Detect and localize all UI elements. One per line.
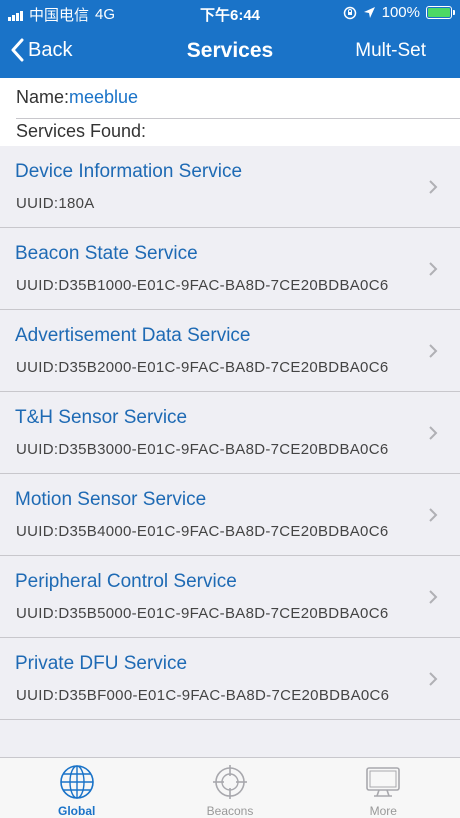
tab-label: Global: [57, 804, 96, 818]
uuid-label: UUID:: [16, 605, 59, 622]
uuid-value: D35B3000-E01C-9FAC-BA8D-7CE20BDBA0C6: [58, 441, 389, 458]
service-uuid: UUID:D35B4000-E01C-9FAC-BA8D-7CE20BDBA0C…: [16, 523, 388, 540]
chevron-right-icon: [429, 262, 438, 276]
uuid-value: 180A: [58, 195, 95, 212]
service-row-advertisement-data[interactable]: Advertisement Data Service UUID:D35B2000…: [0, 310, 460, 392]
rotation-lock-icon: [343, 6, 356, 19]
back-button[interactable]: Back: [10, 38, 72, 62]
service-title: Motion Sensor Service: [15, 489, 207, 510]
tab-beacons[interactable]: Beacons: [153, 758, 306, 818]
tab-bar: Global Beacons More: [0, 757, 460, 818]
status-bar: 中国电信 4G 下午6:44 100%: [0, 0, 460, 26]
service-title: Beacon State Service: [15, 243, 198, 264]
service-row-private-dfu[interactable]: Private DFU Service UUID:D35BF000-E01C-9…: [0, 638, 460, 720]
tab-label: More: [369, 804, 397, 818]
service-list: Device Information Service UUID:180A Bea…: [0, 146, 460, 720]
service-row-peripheral-control[interactable]: Peripheral Control Service UUID:D35B5000…: [0, 556, 460, 638]
uuid-value: D35B4000-E01C-9FAC-BA8D-7CE20BDBA0C6: [58, 523, 389, 540]
chevron-right-icon: [429, 508, 438, 522]
tab-more[interactable]: More: [307, 758, 460, 818]
uuid-label: UUID:: [16, 523, 59, 540]
service-uuid: UUID:D35B1000-E01C-9FAC-BA8D-7CE20BDBA0C…: [16, 277, 388, 294]
uuid-label: UUID:: [16, 195, 59, 212]
device-info: Name:meeblue Services Found:: [0, 78, 460, 146]
service-row-device-information[interactable]: Device Information Service UUID:180A: [0, 146, 460, 228]
service-uuid: UUID:D35B5000-E01C-9FAC-BA8D-7CE20BDBA0C…: [16, 605, 388, 622]
battery-percent: 100%: [381, 4, 420, 21]
service-title: T&H Sensor Service: [15, 407, 188, 428]
service-uuid: UUID:D35BF000-E01C-9FAC-BA8D-7CE20BDBA0C…: [16, 687, 389, 704]
uuid-value: D35B2000-E01C-9FAC-BA8D-7CE20BDBA0C6: [58, 359, 389, 376]
uuid-label: UUID:: [16, 359, 59, 376]
chevron-right-icon: [429, 590, 438, 604]
uuid-label: UUID:: [16, 441, 59, 458]
mult-set-button[interactable]: Mult-Set: [355, 40, 426, 62]
tab-global[interactable]: Global: [0, 758, 153, 818]
service-uuid: UUID:180A: [16, 195, 95, 212]
service-row-th-sensor[interactable]: T&H Sensor Service UUID:D35B3000-E01C-9F…: [0, 392, 460, 474]
chevron-right-icon: [429, 344, 438, 358]
tab-label: Beacons: [206, 804, 254, 818]
uuid-value: D35B5000-E01C-9FAC-BA8D-7CE20BDBA0C6: [58, 605, 389, 622]
service-title: Peripheral Control Service: [15, 571, 237, 592]
services-found-label: Services Found:: [16, 121, 147, 141]
service-row-beacon-state[interactable]: Beacon State Service UUID:D35B1000-E01C-…: [0, 228, 460, 310]
chevron-right-icon: [429, 180, 438, 194]
device-name-row: Name:meeblue: [16, 87, 138, 108]
monitor-icon: [366, 767, 401, 797]
chevron-left-icon: [11, 38, 24, 62]
uuid-label: UUID:: [16, 277, 59, 294]
uuid-value: D35BF000-E01C-9FAC-BA8D-7CE20BDBA0C6: [58, 687, 390, 704]
service-title: Private DFU Service: [15, 653, 188, 674]
globe-icon: [59, 765, 94, 799]
service-title: Device Information Service: [15, 161, 243, 182]
location-arrow-icon: [363, 7, 375, 18]
battery-icon: [426, 6, 455, 19]
service-uuid: UUID:D35B3000-E01C-9FAC-BA8D-7CE20BDBA0C…: [16, 441, 388, 458]
divider: [16, 118, 460, 119]
service-row-motion-sensor[interactable]: Motion Sensor Service UUID:D35B4000-E01C…: [0, 474, 460, 556]
back-label: Back: [28, 38, 73, 61]
device-name-label: Name:: [16, 87, 70, 107]
navigation-bar: Back Services Mult-Set: [0, 26, 460, 78]
service-title: Advertisement Data Service: [15, 325, 251, 346]
service-uuid: UUID:D35B2000-E01C-9FAC-BA8D-7CE20BDBA0C…: [16, 359, 388, 376]
chevron-right-icon: [429, 672, 438, 686]
crosshair-icon: [212, 765, 247, 799]
uuid-label: UUID:: [16, 687, 59, 704]
device-name-value: meeblue: [69, 87, 139, 107]
uuid-value: D35B1000-E01C-9FAC-BA8D-7CE20BDBA0C6: [58, 277, 389, 294]
chevron-right-icon: [429, 426, 438, 440]
